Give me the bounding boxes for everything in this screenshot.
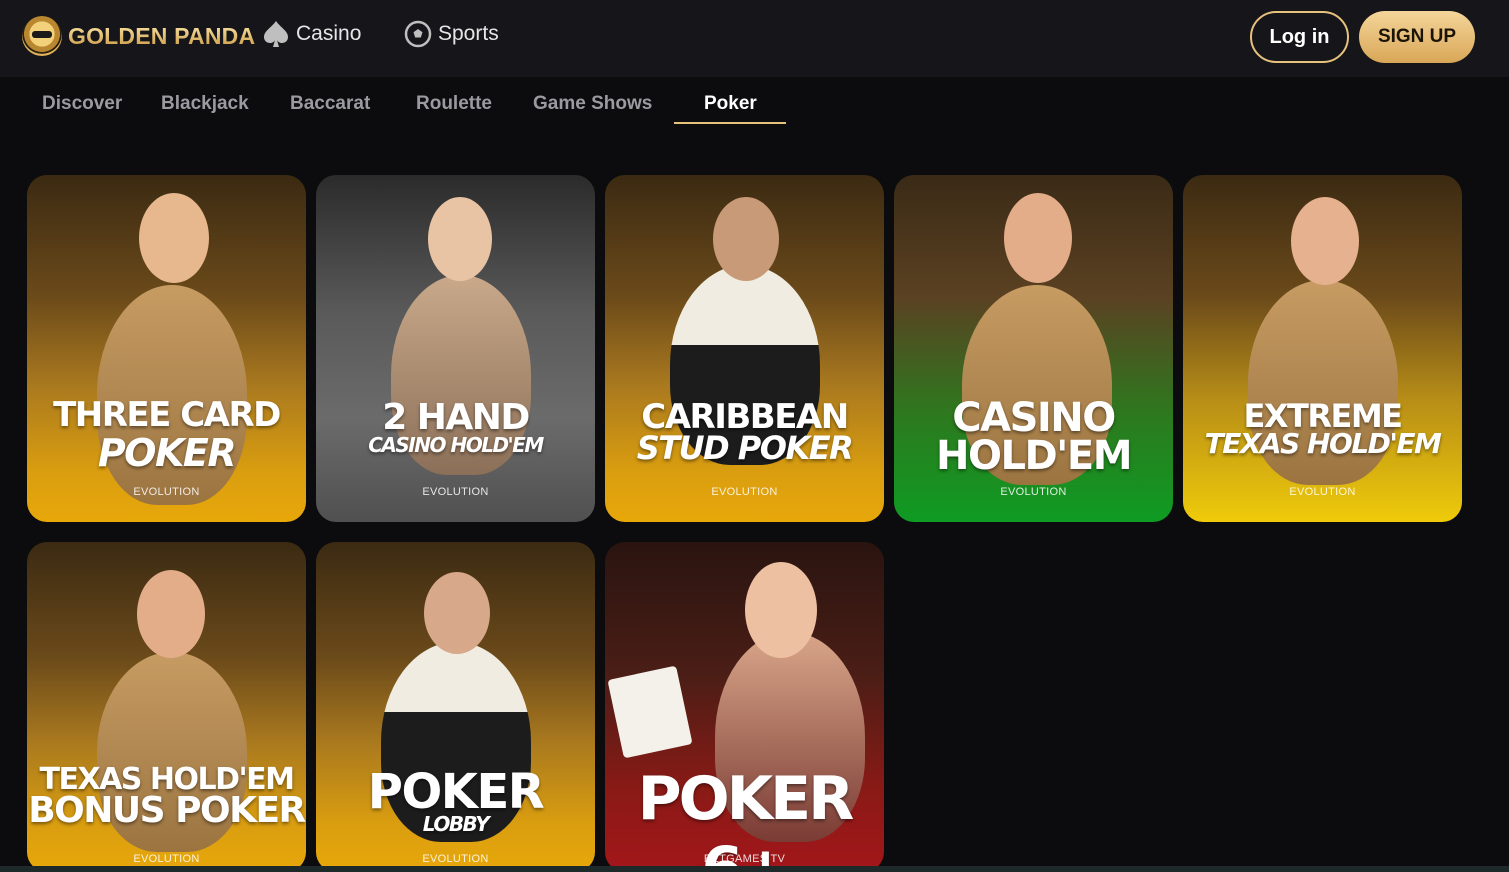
- tab-baccarat[interactable]: Baccarat: [290, 93, 370, 125]
- dealer-face: [713, 197, 779, 281]
- brand-name: GOLDEN PANDA: [68, 22, 256, 49]
- game-provider: EVOLUTION: [133, 853, 200, 865]
- tab-game-shows[interactable]: Game Shows: [533, 93, 652, 125]
- top-navigation-bar: GOLDEN PANDA Casino Sports Log in SIGN U…: [0, 0, 1509, 77]
- game-tile-2-hand-casino-holdem[interactable]: 2 HAND CASINO HOLD'EM EVOLUTION: [316, 175, 595, 522]
- page-bottom-edge: [0, 866, 1509, 872]
- panda-logo-icon: [22, 16, 62, 56]
- game-title-line2: POKER: [97, 431, 237, 475]
- brand-logo[interactable]: GOLDEN PANDA: [22, 16, 255, 56]
- game-title-line1: THREE CARD: [53, 395, 281, 435]
- game-tile-poker-6-plus[interactable]: POKER 6+ BETGAMES TV: [605, 542, 884, 872]
- dealer-face: [1291, 197, 1359, 285]
- soccer-ball-icon: [404, 20, 432, 48]
- game-tile-caribbean-stud-poker[interactable]: CARIBBEAN STUD POKER EVOLUTION: [605, 175, 884, 522]
- nav-sports-label: Sports: [438, 22, 499, 45]
- game-tile-three-card-poker[interactable]: THREE CARD POKER EVOLUTION: [27, 175, 306, 522]
- nav-sports[interactable]: Sports: [404, 20, 499, 48]
- category-tabs: Discover Blackjack Baccarat Roulette Gam…: [0, 80, 1509, 130]
- game-title-line1: 2 HAND: [382, 397, 530, 438]
- tab-roulette[interactable]: Roulette: [416, 93, 492, 125]
- game-provider: EVOLUTION: [1289, 486, 1356, 498]
- tab-poker[interactable]: Poker: [704, 93, 757, 125]
- nav-casino-label: Casino: [296, 22, 362, 45]
- game-title-line2: CASINO HOLD'EM: [368, 433, 544, 457]
- signup-button[interactable]: SIGN UP: [1359, 11, 1475, 63]
- tab-blackjack[interactable]: Blackjack: [161, 93, 249, 125]
- game-tile-texas-holdem-bonus-poker[interactable]: TEXAS HOLD'EM BONUS POKER EVOLUTION: [27, 542, 306, 872]
- nav-casino[interactable]: Casino: [262, 20, 361, 48]
- game-provider: EVOLUTION: [422, 853, 489, 865]
- game-provider: EVOLUTION: [1000, 486, 1067, 498]
- dealer-face: [424, 572, 490, 654]
- playing-cards-image: [607, 665, 693, 759]
- dealer-face: [137, 570, 205, 658]
- game-title-line2: BONUS POKER: [28, 790, 306, 831]
- dealer-face: [428, 197, 492, 281]
- game-title-line2: STUD POKER: [636, 429, 854, 467]
- game-tile-casino-holdem[interactable]: CASINO HOLD'EM EVOLUTION: [894, 175, 1173, 522]
- game-provider: EVOLUTION: [422, 486, 489, 498]
- game-tile-poker-lobby[interactable]: POKER LOBBY EVOLUTION: [316, 542, 595, 872]
- dealer-face: [745, 562, 817, 658]
- game-title-line2: HOLD'EM: [935, 433, 1133, 479]
- tab-discover[interactable]: Discover: [42, 93, 122, 125]
- spade-icon: [262, 20, 290, 48]
- dealer-face: [1004, 193, 1072, 283]
- game-provider: EVOLUTION: [711, 486, 778, 498]
- game-title-line2: TEXAS HOLD'EM: [1204, 427, 1442, 460]
- game-provider: EVOLUTION: [133, 486, 200, 498]
- game-title-line2: LOBBY: [422, 812, 490, 836]
- active-tab-indicator: [674, 122, 786, 124]
- dealer-face: [139, 193, 209, 283]
- game-tile-extreme-texas-holdem[interactable]: EXTREME TEXAS HOLD'EM EVOLUTION: [1183, 175, 1462, 522]
- login-button[interactable]: Log in: [1250, 11, 1349, 63]
- game-provider: BETGAMES TV: [703, 853, 786, 865]
